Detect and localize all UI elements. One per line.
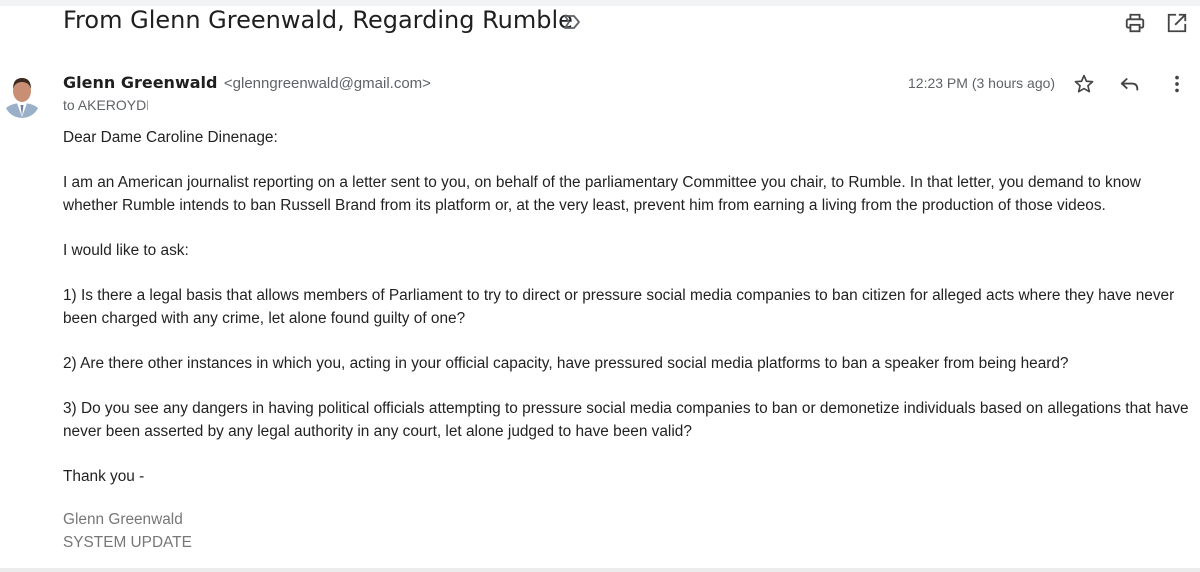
star-icon[interactable] <box>1073 73 1095 100</box>
question-3: 3) Do you see any dangers in having poli… <box>63 400 1189 440</box>
sender-line: Glenn Greenwald <glenngreenwald@gmail.co… <box>63 73 431 93</box>
avatar <box>4 72 40 118</box>
signature-show: SYSTEM UPDATE <box>63 534 192 551</box>
bottom-divider <box>0 568 1200 572</box>
sender-email: <glenngreenwald@gmail.com> <box>223 75 431 92</box>
body-paragraph: I would like to ask: <box>63 242 189 259</box>
reply-icon[interactable] <box>1119 73 1141 100</box>
open-in-new-window-icon[interactable] <box>1166 12 1188 39</box>
signature-name: Glenn Greenwald <box>63 511 183 528</box>
greeting: Dear Dame Caroline Dinenage: <box>63 129 278 146</box>
question-1: 1) Is there a legal basis that allows me… <box>63 287 1175 327</box>
label-icon[interactable] <box>562 12 582 37</box>
email-timestamp: 12:23 PM (3 hours ago) <box>908 75 1056 91</box>
recipient-line[interactable]: to AKEROYDF <box>63 97 148 113</box>
sender-name[interactable]: Glenn Greenwald <box>63 73 217 92</box>
print-icon[interactable] <box>1124 12 1146 39</box>
closing-line: Thank you - <box>63 468 145 485</box>
more-vertical-icon[interactable] <box>1166 73 1188 100</box>
body-paragraph: I am an American journalist reporting on… <box>63 174 1141 214</box>
question-2: 2) Are there other instances in which yo… <box>63 355 1069 372</box>
email-subject: From Glenn Greenwald, Regarding Rumble <box>63 6 573 34</box>
